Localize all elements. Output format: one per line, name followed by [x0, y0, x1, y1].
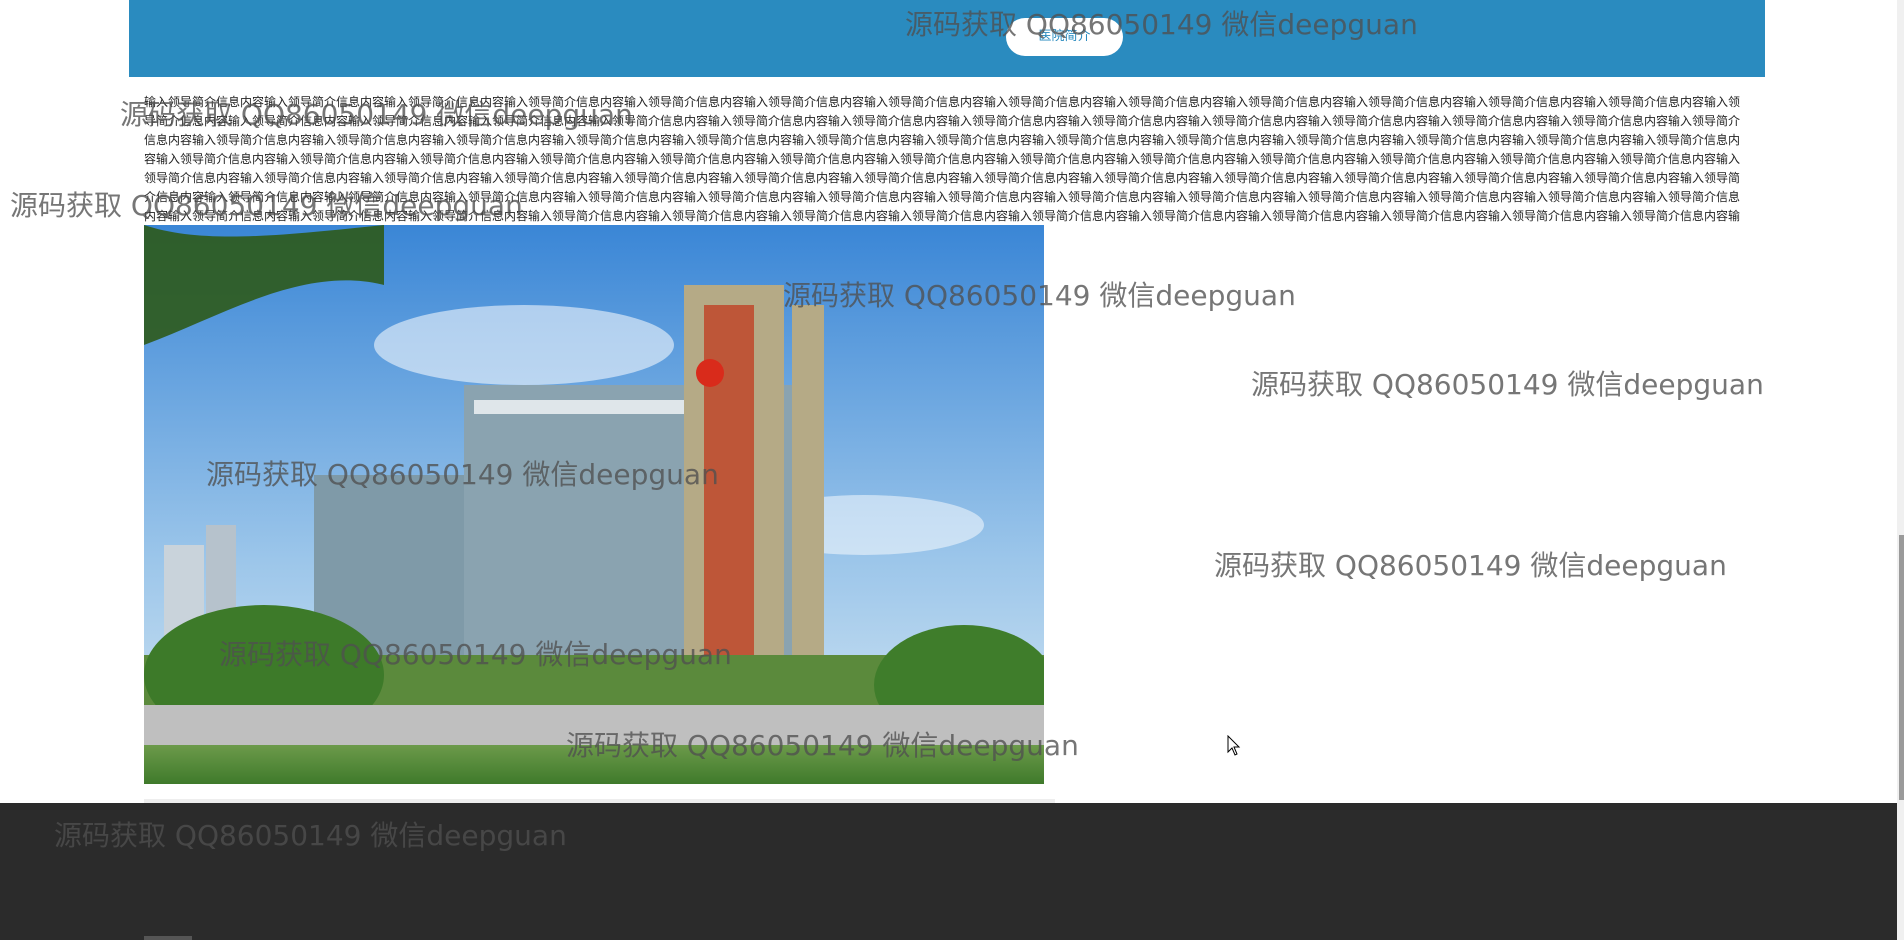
watermark: 源码获取 QQ86050149 微信deepguan: [54, 819, 567, 852]
page-scrollbar-thumb[interactable]: [1899, 535, 1904, 800]
watermark: 源码获取 QQ86050149 微信deepguan: [566, 729, 1079, 762]
watermark: 源码获取 QQ86050149 微信deepguan: [1214, 549, 1727, 582]
watermark: 源码获取 QQ86050149 微信deepguan: [219, 638, 732, 671]
arrow-cursor-icon: [1227, 735, 1241, 756]
watermark: 源码获取 QQ86050149 微信deepguan: [783, 279, 1296, 312]
watermark: 源码获取 QQ86050149 微信deepguan: [905, 8, 1418, 41]
watermark: 源码获取 QQ86050149 微信deepguan: [1251, 368, 1764, 401]
watermark: 源码获取 QQ86050149 微信deepguan: [10, 189, 523, 222]
footer-tab-marker: [144, 936, 192, 940]
page: 医院简介 输入领导简介信息内容输入领导简介信息内容输入领导简介信息内容输入领导简…: [0, 0, 1904, 940]
watermark: 源码获取 QQ86050149 微信deepguan: [120, 98, 633, 131]
watermark: 源码获取 QQ86050149 微信deepguan: [206, 458, 719, 491]
